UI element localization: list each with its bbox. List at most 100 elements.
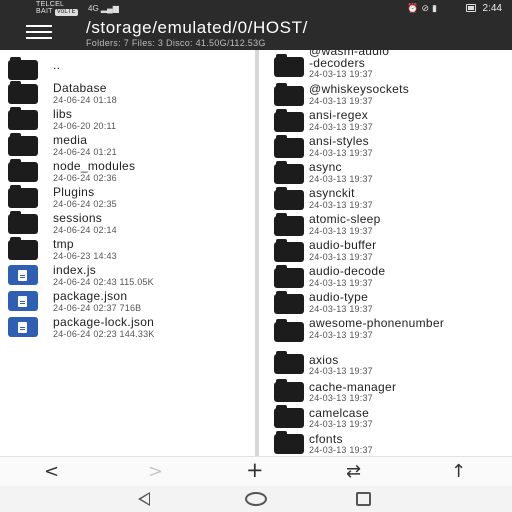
folder-icon [8, 107, 38, 130]
list-item[interactable]: axios 24-03-13 19:37 [259, 348, 512, 376]
list-item[interactable]: Plugins 24-06-24 02:35 [0, 182, 255, 209]
carrier-name-2: BAIT [36, 8, 53, 15]
document-icon [8, 265, 38, 285]
list-item[interactable]: audio-type 24-03-13 19:37 [259, 288, 512, 314]
right-panel[interactable]: @wasm-audio -decoders 24-03-13 19:37 @wh… [259, 50, 512, 456]
item-name: atomic-sleep [309, 212, 381, 226]
item-meta: 24-03-13 19:37 [309, 304, 373, 314]
folder-icon [274, 161, 304, 184]
folder-info: Folders: 7 Files: 3 Disco: 41.50G/112.53… [86, 38, 266, 48]
folder-icon [8, 159, 38, 182]
list-item[interactable]: atomic-sleep 24-03-13 19:37 [259, 210, 512, 236]
list-item[interactable]: @wasm-audio -decoders 24-03-13 19:37 [259, 50, 512, 79]
folder-icon [8, 185, 38, 208]
list-item[interactable]: package-lock.json 24-06-24 02:23 144.33K [0, 312, 255, 339]
item-meta: 24-03-13 19:37 [309, 445, 373, 455]
left-panel[interactable]: .. Database 24-06-24 01:18 libs 24-06-20… [0, 50, 255, 456]
list-item[interactable]: media 24-06-24 01:21 [0, 130, 255, 157]
carrier-name: TELCEL [36, 1, 65, 8]
list-item[interactable]: audio-buffer 24-03-13 19:37 [259, 236, 512, 262]
item-name: audio-buffer [309, 238, 377, 252]
document-icon [8, 317, 38, 337]
item-name: libs [53, 107, 73, 121]
folder-icon [8, 81, 38, 104]
chevron-left-icon[interactable]: < [44, 461, 59, 482]
item-name: axios [309, 353, 339, 367]
item-name: package.json [53, 289, 128, 303]
list-item[interactable]: audio-decode 24-03-13 19:37 [259, 262, 512, 288]
item-meta: 24-03-13 19:37 [309, 226, 373, 236]
item-name: ansi-regex [309, 108, 369, 122]
folder-icon [274, 351, 304, 374]
folder-icon [8, 133, 38, 156]
menu-icon[interactable] [26, 22, 52, 40]
list-item[interactable]: ansi-styles 24-03-13 19:37 [259, 132, 512, 158]
folder-icon [274, 431, 304, 454]
list-item[interactable]: .. [0, 52, 255, 80]
folder-icon [274, 109, 304, 132]
bottom-toolbar: < > + ⇄ ↑ [0, 456, 512, 486]
list-item[interactable]: Database 24-06-24 01:18 [0, 78, 255, 105]
item-name-cont: -decoders [309, 56, 366, 70]
folder-icon [8, 211, 38, 234]
item-meta: 24-03-13 19:37 [309, 148, 373, 158]
folder-icon [274, 54, 304, 77]
folder-icon [8, 237, 38, 260]
clock: 2:44 [482, 3, 502, 14]
list-item[interactable]: tmp 24-06-23 14:43 [0, 234, 255, 261]
item-meta: 24-06-24 02:23 144.33K [53, 329, 155, 339]
item-name: node_modules [53, 159, 136, 173]
wifi-off-icon: ⊘ [421, 3, 433, 13]
list-item[interactable]: @whiskeysockets 24-03-13 19:37 [259, 80, 512, 106]
nav-recents-icon[interactable] [356, 492, 371, 506]
item-meta: 24-03-13 19:37 [309, 96, 373, 106]
item-meta: 24-03-13 19:37 [309, 278, 373, 288]
signal-bars-icon: ▮ [432, 3, 440, 13]
list-item[interactable]: ansi-regex 24-03-13 19:37 [259, 106, 512, 132]
list-item[interactable]: index.js 24-06-24 02:43 115.05K [0, 260, 255, 287]
item-name: async [309, 160, 342, 174]
list-item[interactable]: sessions 24-06-24 02:14 [0, 208, 255, 235]
list-item[interactable]: node_modules 24-06-24 02:36 [0, 156, 255, 183]
folder-icon [274, 319, 304, 342]
list-item[interactable]: cache-manager 24-03-13 19:37 [259, 374, 512, 403]
item-name: audio-type [309, 290, 369, 304]
system-nav-bar [0, 486, 512, 512]
item-name: camelcase [309, 406, 370, 420]
item-name: media [53, 133, 88, 147]
arrow-up-icon[interactable]: ↑ [451, 461, 466, 482]
nav-home-icon[interactable] [245, 492, 267, 506]
folder-icon [274, 239, 304, 262]
folder-icon [274, 379, 304, 402]
list-item[interactable]: libs 24-06-20 20:11 [0, 104, 255, 131]
nav-back-icon[interactable] [138, 492, 150, 506]
swap-arrows-icon[interactable]: ⇄ [346, 461, 361, 482]
item-name: cfonts [309, 432, 343, 446]
folder-icon [274, 213, 304, 236]
plus-icon[interactable]: + [246, 458, 264, 482]
list-item[interactable]: camelcase 24-03-13 19:37 [259, 400, 512, 429]
list-item[interactable]: cfonts 24-03-13 19:37 [259, 426, 512, 455]
item-name: package-lock.json [53, 315, 155, 329]
chevron-right-icon[interactable]: > [148, 461, 163, 482]
item-meta: 24-03-13 19:37 [309, 200, 373, 210]
list-item[interactable]: package.json 24-06-24 02:37 716B [0, 286, 255, 313]
item-name: cache-manager [309, 380, 397, 394]
item-name: sessions [53, 211, 103, 225]
folder-icon [274, 265, 304, 288]
carrier-label: TELCEL BAIT VoLTE [36, 1, 78, 16]
item-name: Database [53, 81, 107, 95]
item-name: awesome-phonenumber [309, 316, 445, 330]
app-header: TELCEL BAIT VoLTE 4G ▂▄▆ ⏰⊘▮ 2:44 /storag… [0, 0, 512, 50]
folder-icon [274, 135, 304, 158]
item-name: index.js [53, 263, 97, 277]
list-item[interactable]: asynckit 24-03-13 19:37 [259, 184, 512, 210]
document-icon [8, 291, 38, 311]
list-item[interactable]: async 24-03-13 19:37 [259, 158, 512, 184]
item-meta: 24-03-13 19:37 [309, 69, 373, 79]
item-meta: 24-03-13 19:37 [309, 122, 373, 132]
item-name: asynckit [309, 186, 355, 200]
status-icons: ⏰⊘▮ [407, 3, 440, 14]
item-meta: 24-03-13 19:37 [309, 252, 373, 262]
item-name: ansi-styles [309, 134, 369, 148]
